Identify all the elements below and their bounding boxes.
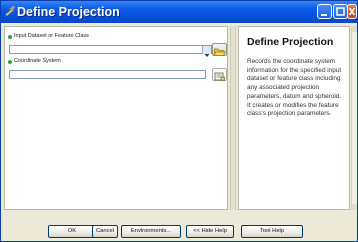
parameters-panel: Input Dataset or Feature Class Coordinat… [4,26,228,210]
tool-help-button[interactable]: Tool Help [241,225,303,238]
hide-help-button[interactable]: << Hide Help [186,225,234,238]
help-title: Define Projection [247,36,334,48]
input-dataset-combo[interactable] [9,45,212,57]
close-icon [348,7,356,16]
environments-button[interactable]: Environments... [121,225,181,238]
required-indicator-dot [8,35,12,39]
chevron-down-icon [204,54,210,57]
window-title: Define Projection [17,5,120,19]
coordinate-system-label: Coordinate System [14,58,61,64]
minimize-button[interactable] [317,4,332,19]
coordinate-system-field[interactable] [9,70,206,79]
panel-splitter[interactable] [230,26,236,210]
coordinate-system-properties-button[interactable] [212,68,227,81]
input-dataset-label: Input Dataset or Feature Class [14,33,89,39]
ok-button[interactable]: OK [48,225,96,238]
minimize-icon [321,14,327,16]
browse-input-button[interactable] [212,43,227,56]
close-button[interactable] [347,4,357,19]
open-folder-icon [214,48,226,56]
maximize-icon [336,7,345,16]
define-projection-window: Define Projection Input Dataset or Featu… [0,0,358,242]
help-scrollbar[interactable] [351,26,357,210]
input-dataset-dropdown[interactable] [202,46,211,57]
dialog-button-bar: OK Cancel Environments... << Hide Help T… [1,210,357,241]
title-bar[interactable]: Define Projection [1,1,357,23]
cancel-button[interactable]: Cancel [92,225,118,238]
scroll-up-arrow[interactable] [352,26,357,32]
properties-icon [214,72,225,81]
hammer-tool-icon [4,5,16,17]
required-indicator-dot [8,60,12,64]
maximize-button[interactable] [333,4,348,19]
help-panel: Define Projection Records the coordinate… [238,26,350,210]
help-description: Records the coordinate system informatio… [247,58,342,118]
